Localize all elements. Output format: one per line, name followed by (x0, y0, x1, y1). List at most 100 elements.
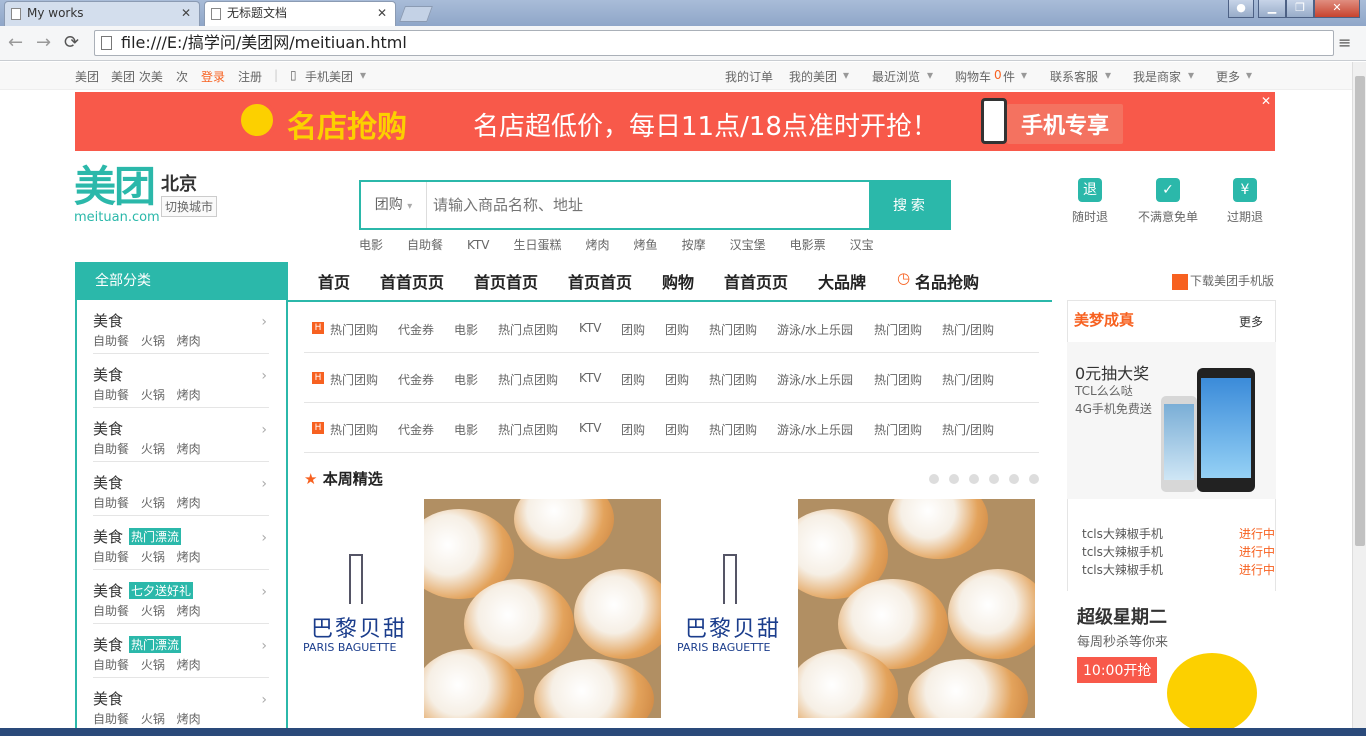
content-link[interactable]: 团购 (621, 371, 645, 388)
close-tab-icon[interactable]: ✕ (181, 2, 191, 25)
content-link[interactable]: 热门点团购 (498, 371, 558, 388)
hot-keyword[interactable]: 电影票 (790, 238, 826, 252)
address-bar[interactable]: file:///E:/搞学问/美团网/meitiuan.html (94, 30, 1334, 56)
nav-item[interactable]: 名品抢购 (915, 269, 979, 293)
hot-keyword[interactable]: 汉宝堡 (730, 238, 766, 252)
scrollbar-thumb[interactable] (1355, 76, 1365, 546)
content-link[interactable]: 热门点团购 (498, 421, 558, 438)
category-row[interactable]: 美食 自助餐 火锅 烤肉 › (93, 462, 269, 516)
user-icon[interactable]: ● (1228, 0, 1254, 18)
content-link[interactable]: 电影 (454, 421, 478, 438)
register-link[interactable]: 注册 (238, 68, 262, 85)
carousel-dot[interactable] (969, 474, 979, 484)
all-categories-header[interactable]: 全部分类 (75, 262, 288, 300)
content-link[interactable]: 热门团购 (709, 321, 757, 338)
promo-card[interactable]: 巴黎贝甜 PARIS BAGUETTE (677, 499, 1035, 718)
content-link[interactable]: 热门团购 (874, 371, 922, 388)
nav-item[interactable]: 首页 (318, 269, 350, 293)
recent-link[interactable]: 最近浏览 (872, 68, 920, 85)
hot-keyword[interactable]: KTV (467, 238, 489, 252)
search-category-select[interactable]: 团购 ▾ (361, 182, 427, 228)
nav-item[interactable]: 首页首页 (568, 269, 632, 293)
content-link[interactable]: 团购 (665, 321, 689, 338)
category-row[interactable]: 美食 自助餐 火锅 烤肉 › (93, 300, 269, 354)
content-link[interactable]: 团购 (665, 421, 689, 438)
my-meituan-link[interactable]: 我的美团 (789, 68, 837, 85)
content-link[interactable]: 团购 (621, 321, 645, 338)
category-row[interactable]: 美食 七夕送好礼 自助餐 火锅 烤肉 › (93, 570, 269, 624)
search-input[interactable] (427, 182, 871, 228)
hot-keyword[interactable]: 生日蛋糕 (514, 238, 562, 252)
content-link[interactable]: 热门团购 (330, 421, 378, 438)
nav-item[interactable]: 大品牌 (818, 269, 866, 293)
category-row[interactable]: 美食 热门漂流 自助餐 火锅 烤肉 › (93, 624, 269, 678)
carousel-dot[interactable] (1029, 474, 1039, 484)
minimize-button[interactable]: ▁ (1258, 0, 1286, 18)
carousel-dot[interactable] (949, 474, 959, 484)
maximize-button[interactable]: ❐ (1286, 0, 1314, 18)
nav-item[interactable]: 首页首页 (474, 269, 538, 293)
carousel-dot[interactable] (1009, 474, 1019, 484)
sidebar-list-item[interactable]: tcls大辣椒手机 (1082, 561, 1163, 578)
mobile-meituan-link[interactable]: 手机美团 (305, 68, 353, 85)
close-banner-icon[interactable]: ✕ (1261, 94, 1271, 108)
hot-keyword[interactable]: 自助餐 (407, 238, 443, 252)
menu-icon[interactable]: ≡ (1338, 33, 1356, 52)
content-link[interactable]: 电影 (454, 371, 478, 388)
content-link[interactable]: 热门团购 (330, 371, 378, 388)
hot-keyword[interactable]: 汉宝 (850, 238, 874, 252)
category-row[interactable]: 美食 热门漂流 自助餐 火锅 烤肉 › (93, 516, 269, 570)
nav-item[interactable]: 购物 (662, 269, 694, 293)
content-link[interactable]: 热门/团购 (942, 371, 994, 388)
content-link[interactable]: 热门团购 (874, 421, 922, 438)
back-icon[interactable]: ← (8, 32, 23, 53)
site-logo[interactable]: 美团 (74, 166, 156, 208)
customer-service-link[interactable]: 联系客服 (1050, 68, 1098, 85)
merchant-link[interactable]: 我是商家 (1133, 68, 1181, 85)
category-row[interactable]: 美食 自助餐 火锅 烤肉 › (93, 408, 269, 462)
carousel-dot[interactable] (929, 474, 939, 484)
content-link[interactable]: 热门/团购 (942, 421, 994, 438)
content-link[interactable]: 代金券 (398, 371, 434, 388)
content-link[interactable]: 团购 (665, 371, 689, 388)
hot-keyword[interactable]: 按摩 (682, 238, 706, 252)
content-link[interactable]: 游泳/水上乐园 (777, 371, 853, 388)
carousel-dot[interactable] (989, 474, 999, 484)
tab-active-document[interactable]: 无标题文档 ✕ (204, 1, 396, 26)
content-link[interactable]: 电影 (454, 321, 478, 338)
promo-banner[interactable]: 名店抢购 名店超低价，每日11点/18点准时开抢！ 手机专享 ✕ (75, 92, 1275, 151)
content-link[interactable]: KTV (579, 321, 601, 335)
nav-item[interactable]: 首首页页 (380, 269, 444, 293)
hot-keyword[interactable]: 烤鱼 (634, 238, 658, 252)
login-link[interactable]: 登录 (201, 68, 225, 85)
new-tab-button[interactable] (399, 6, 433, 22)
promo-card[interactable]: 巴黎贝甜 PARIS BAGUETTE (303, 499, 661, 718)
content-link[interactable]: 代金券 (398, 421, 434, 438)
content-link[interactable]: 热门点团购 (498, 321, 558, 338)
content-link[interactable]: 游泳/水上乐园 (777, 321, 853, 338)
sidebar-list-item[interactable]: tcls大辣椒手机 (1082, 543, 1163, 560)
topbar-link[interactable]: 美团 次美 (111, 68, 163, 85)
content-link[interactable]: 代金券 (398, 321, 434, 338)
tab-my-works[interactable]: My works ✕ (4, 1, 200, 26)
content-link[interactable]: 热门团购 (709, 371, 757, 388)
content-link[interactable]: KTV (579, 421, 601, 435)
content-link[interactable]: 游泳/水上乐园 (777, 421, 853, 438)
page-scrollbar[interactable] (1352, 62, 1366, 736)
tuesday-button[interactable]: 10:00开抢 (1077, 657, 1158, 683)
download-app-link[interactable]: 下载美团手机版 (1172, 272, 1274, 290)
forward-icon[interactable]: → (36, 32, 51, 53)
content-link[interactable]: 热门团购 (874, 321, 922, 338)
reload-icon[interactable]: ⟳ (64, 32, 79, 53)
tuesday-card[interactable]: 超级星期二 每周秒杀等你来 10:00开抢 (1067, 591, 1276, 736)
more-link[interactable]: 更多 (1216, 68, 1240, 85)
content-link[interactable]: 团购 (621, 421, 645, 438)
close-window-button[interactable]: ✕ (1314, 0, 1360, 18)
content-link[interactable]: 热门团购 (709, 421, 757, 438)
my-orders-link[interactable]: 我的订单 (725, 68, 773, 85)
topbar-link[interactable]: 美团 (75, 68, 99, 85)
hot-keyword[interactable]: 烤肉 (586, 238, 610, 252)
sidebar-list-item[interactable]: tcls大辣椒手机 (1082, 525, 1163, 542)
topbar-link[interactable]: 次 (176, 68, 188, 85)
prize-card[interactable]: 0元抽大奖 TCL么么哒 4G手机免费送 (1067, 342, 1276, 499)
